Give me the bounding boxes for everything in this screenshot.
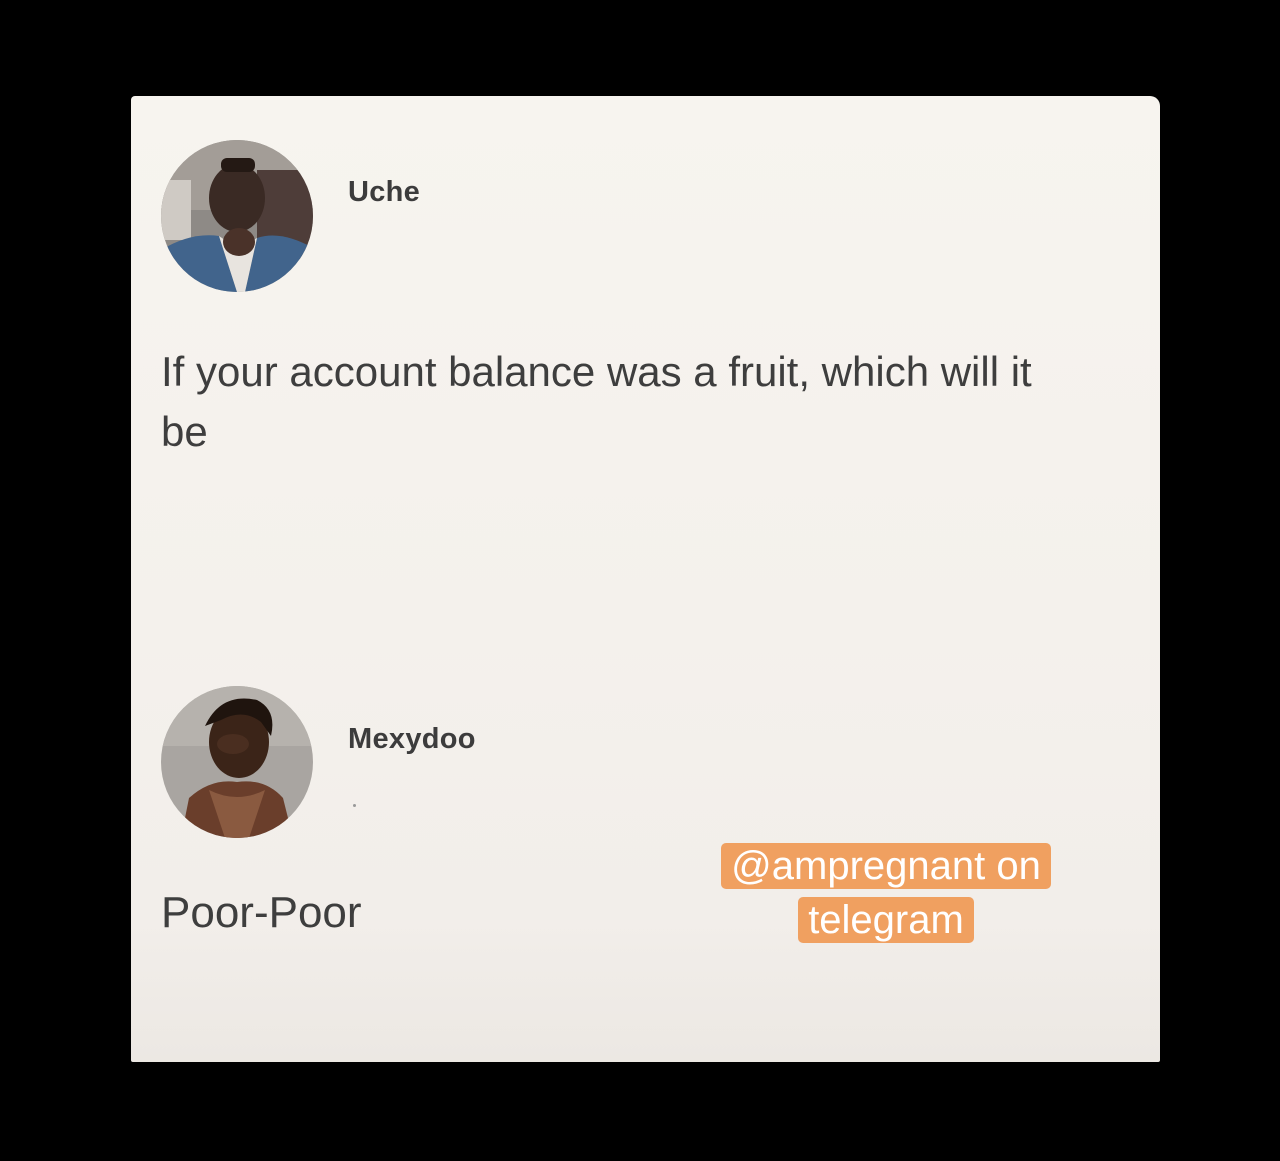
reply-author-name[interactable]: Mexydoo — [348, 723, 476, 756]
post-card: Uche If your account balance was a fruit… — [131, 96, 1160, 1062]
post-text: If your account balance was a fruit, whi… — [161, 348, 1032, 455]
divider-dot — [353, 804, 356, 807]
watermark-label: @ampregnant on telegram — [691, 839, 1081, 947]
reply-text: Poor-Poor — [161, 888, 362, 937]
reply-author-avatar[interactable] — [161, 686, 313, 838]
post-author-avatar[interactable] — [161, 140, 313, 292]
user-photo-icon — [161, 140, 313, 292]
watermark-text: @ampregnant on telegram — [721, 843, 1051, 943]
user-photo-icon — [161, 686, 313, 838]
post-author-name[interactable]: Uche — [348, 176, 420, 209]
